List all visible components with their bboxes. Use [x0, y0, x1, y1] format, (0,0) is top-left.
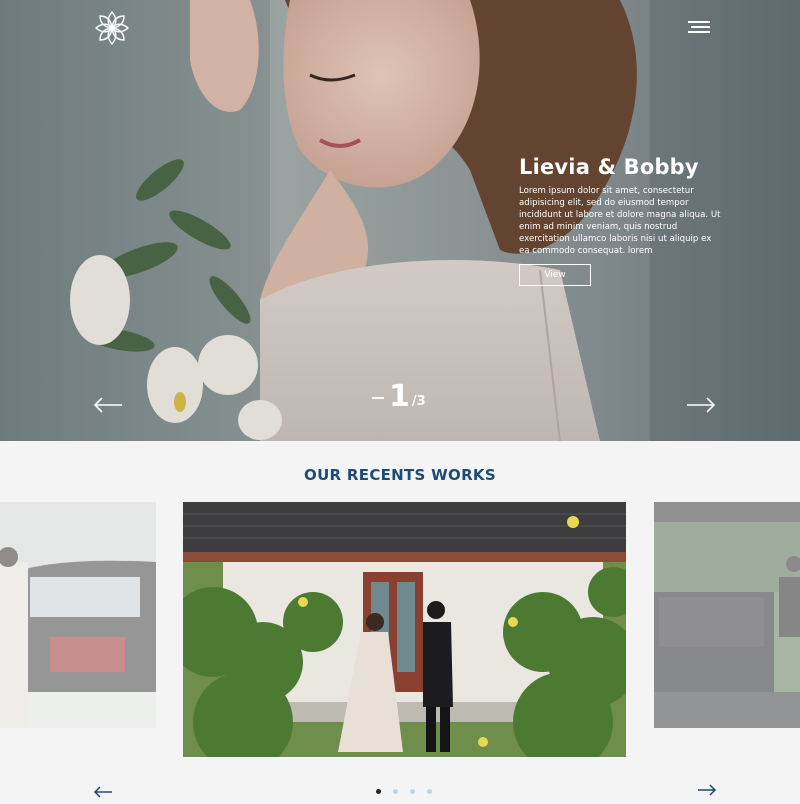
counter-dash [372, 397, 384, 399]
carousel-dot[interactable] [410, 789, 415, 794]
arrow-right-icon[interactable] [697, 783, 717, 797]
arrow-left-icon[interactable] [93, 785, 113, 799]
hero-caption: Lievia & Bobby Lorem ipsum dolor sit ame… [519, 155, 724, 257]
work-slide-vintage-carriage[interactable] [654, 502, 800, 728]
carousel-dot[interactable] [427, 789, 432, 794]
slide-current: 1 [389, 379, 410, 414]
view-button[interactable]: View [519, 264, 591, 286]
carousel-dot[interactable] [393, 789, 398, 794]
hamburger-menu-icon[interactable] [688, 21, 710, 37]
section-title: OUR RECENTS WORKS [304, 466, 496, 484]
arrow-right-icon[interactable] [686, 396, 716, 414]
work-slide-couple-in-garden[interactable] [183, 502, 626, 757]
work-slide-bride-by-car[interactable] [0, 502, 156, 728]
hero-slider: Lievia & Bobby Lorem ipsum dolor sit ame… [0, 0, 800, 441]
arrow-left-icon[interactable] [93, 396, 123, 414]
carousel-dots [376, 789, 432, 794]
hero-description: Lorem ipsum dolor sit amet, consectetur … [519, 186, 721, 256]
carousel-dot[interactable] [376, 789, 381, 794]
lotus-logo-icon[interactable] [93, 9, 131, 47]
hero-title: Lievia & Bobby [519, 155, 699, 179]
slide-total: /3 [411, 394, 426, 409]
slide-counter: 1 /3 [372, 381, 426, 413]
